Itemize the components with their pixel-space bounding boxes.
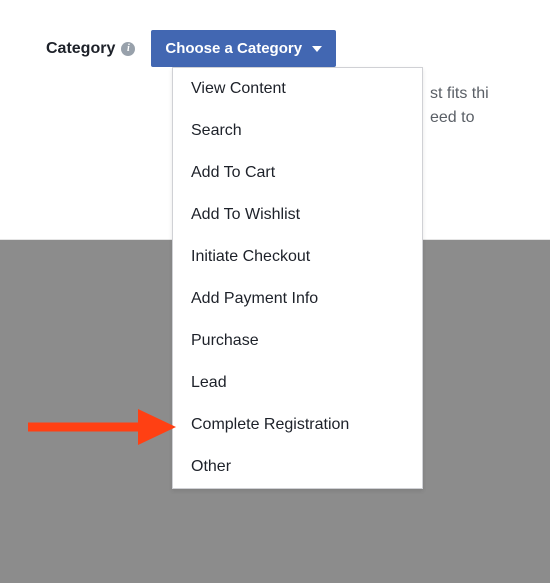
dropdown-item-view-content[interactable]: View Content (173, 68, 422, 110)
category-select-button[interactable]: Choose a Category (151, 30, 336, 67)
dropdown-item-add-to-wishlist[interactable]: Add To Wishlist (173, 194, 422, 236)
dropdown-item-add-to-cart[interactable]: Add To Cart (173, 152, 422, 194)
dropdown-item-purchase[interactable]: Purchase (173, 320, 422, 362)
dropdown-item-search[interactable]: Search (173, 110, 422, 152)
category-row: Category i Choose a Category (46, 30, 336, 67)
info-icon[interactable]: i (121, 42, 135, 56)
dropdown-item-add-payment-info[interactable]: Add Payment Info (173, 278, 422, 320)
dropdown-item-lead[interactable]: Lead (173, 362, 422, 404)
category-dropdown: View Content Search Add To Cart Add To W… (172, 67, 423, 489)
dropdown-item-complete-registration[interactable]: Complete Registration (173, 404, 422, 446)
category-select-button-text: Choose a Category (165, 40, 302, 57)
annotation-arrow-icon (26, 407, 176, 447)
helper-text: st fits thi eed to (430, 82, 489, 130)
dropdown-item-initiate-checkout[interactable]: Initiate Checkout (173, 236, 422, 278)
caret-down-icon (312, 46, 322, 52)
category-label: Category (46, 40, 115, 58)
dropdown-item-other[interactable]: Other (173, 446, 422, 488)
